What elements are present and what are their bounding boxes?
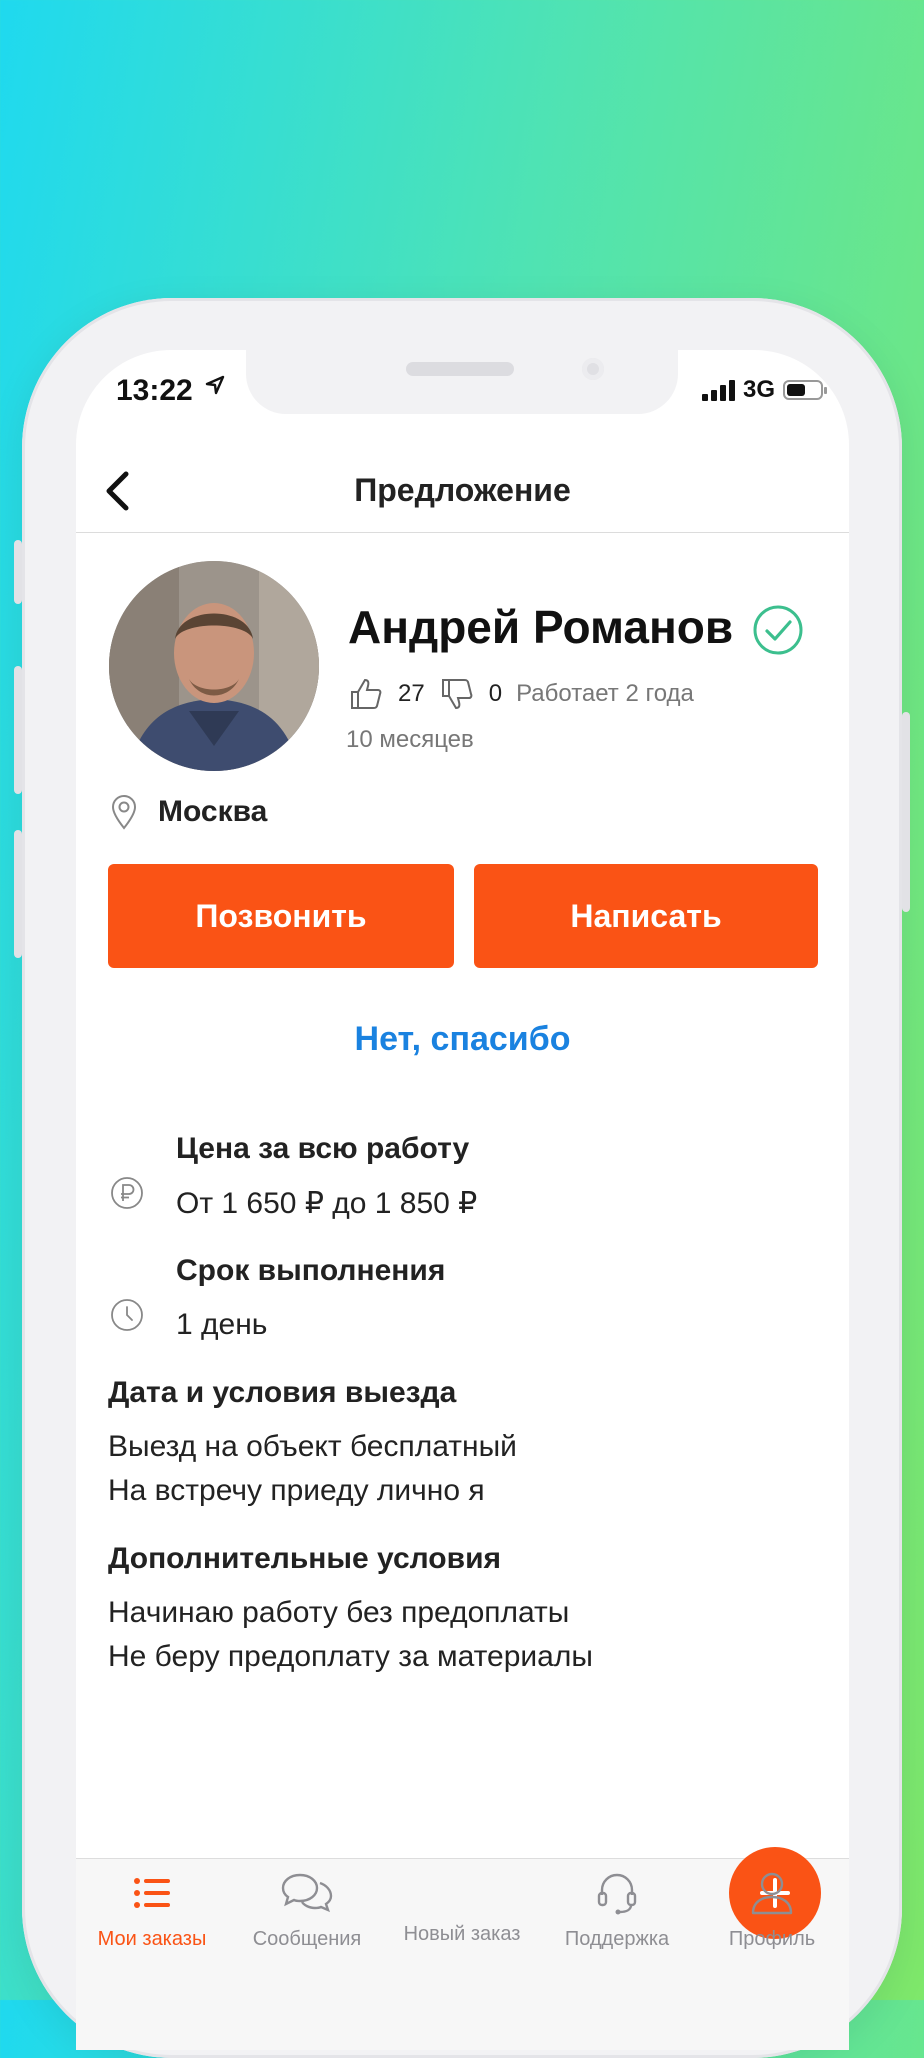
city-label: Москва [158, 795, 268, 828]
tab-label: Мои заказы [97, 1928, 207, 1950]
price-value: От 1 650 ₽ до 1 850 ₽ [176, 1187, 478, 1220]
extra-condition-line: Не беру предоплату за материалы [108, 1640, 593, 1673]
notch [246, 350, 678, 414]
signal-icon [701, 379, 735, 401]
tab-label: Новый заказ [403, 1923, 521, 1945]
avatar [109, 561, 319, 771]
tab-profile[interactable]: Профиль [697, 1869, 847, 1951]
call-button[interactable]: Позвонить [108, 864, 454, 968]
clock-icon [111, 1299, 143, 1331]
tab-new-order[interactable]: Новый заказ [387, 1847, 821, 1946]
deadline-value: 1 день [176, 1308, 268, 1341]
front-camera [582, 358, 604, 380]
tab-label: Сообщения [252, 1928, 362, 1950]
status-indicators: 3G [701, 376, 827, 404]
visit-condition-line: На встречу приеду лично я [108, 1474, 485, 1507]
page-title: Предложение [354, 472, 571, 508]
tab-label: Поддержка [564, 1928, 670, 1950]
person-icon [751, 1872, 793, 1915]
avatar-photo [109, 561, 319, 771]
tab-label: Профиль [728, 1928, 816, 1950]
status-time: 13:22 [116, 374, 193, 407]
thumbs-down-icon [441, 679, 473, 710]
deadline-label: Срок выполнения [176, 1254, 446, 1287]
speaker [406, 362, 514, 376]
battery-icon [783, 380, 827, 400]
extra-conditions-title: Дополнительные условия [108, 1542, 502, 1575]
location-arrow-icon [205, 375, 225, 395]
likes-count: 27 [398, 680, 425, 707]
location-pin-icon [111, 795, 137, 830]
decline-link[interactable]: Нет, спасибо [76, 1020, 849, 1059]
phone-screen: 13:22 3G Предложение Андрей Романов 27 0… [76, 350, 849, 2050]
work-duration: Работает 2 года [516, 680, 694, 707]
write-button[interactable]: Написать [474, 864, 818, 968]
headset-icon [597, 1873, 637, 1915]
tab-bar: Мои заказы Сообщения Новый заказ Поддерж… [76, 1847, 849, 2050]
tab-messages[interactable]: Сообщения [232, 1869, 382, 1951]
list-icon [134, 1878, 170, 1908]
power-button [902, 712, 910, 912]
location: Москва [110, 794, 267, 830]
navigation-bar: Предложение [76, 450, 849, 533]
thumbs-up-icon [351, 678, 382, 709]
chat-icon [281, 1873, 333, 1913]
volume-down-button [14, 830, 22, 958]
tab-support[interactable]: Поддержка [542, 1869, 692, 1951]
visit-conditions-title: Дата и условия выезда [108, 1376, 457, 1409]
extra-condition-line: Начинаю работу без предоплаты [108, 1596, 570, 1629]
network-type: 3G [742, 376, 775, 403]
verified-check-icon [753, 605, 803, 655]
work-duration-months: 10 месяцев [346, 726, 474, 753]
dislikes-count: 0 [488, 680, 503, 707]
ruble-icon [111, 1177, 143, 1209]
price-label: Цена за всю работу [176, 1132, 470, 1165]
tab-my-orders[interactable]: Мои заказы [77, 1869, 227, 1951]
rating-row: 27 0 Работает 2 года [348, 676, 694, 712]
provider-name: Андрей Романов [348, 601, 734, 653]
visit-condition-line: Выезд на объект бесплатный [108, 1430, 517, 1463]
mute-switch [14, 540, 22, 604]
volume-up-button [14, 666, 22, 794]
